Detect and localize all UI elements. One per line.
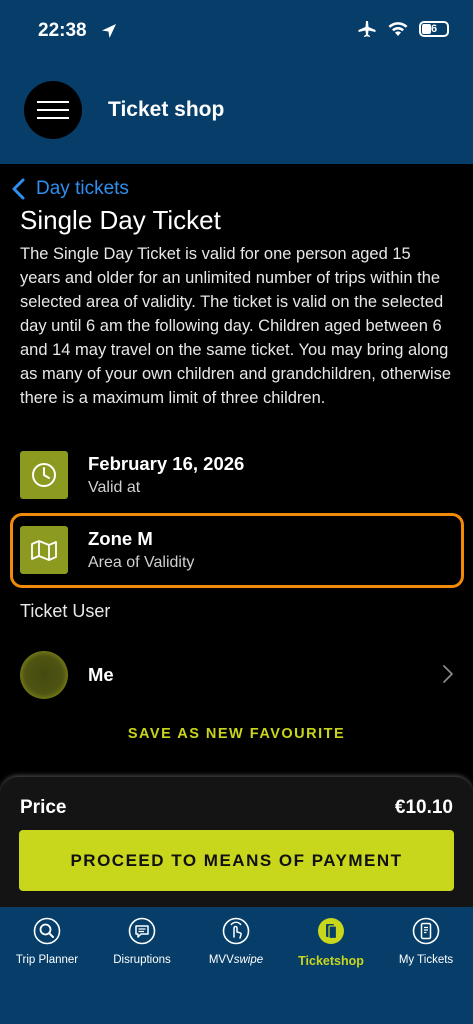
back-button[interactable]: Day tickets (10, 178, 129, 200)
airplane-icon (358, 21, 376, 37)
tab-my-tickets[interactable]: My Tickets (379, 917, 473, 966)
valid-date-label: Valid at (88, 479, 141, 496)
price-panel: Price €10.10 PROCEED TO MEANS OF PAYMENT (0, 777, 473, 917)
location-arrow-icon (102, 24, 116, 38)
proceed-payment-button[interactable]: PROCEED TO MEANS OF PAYMENT (19, 830, 454, 891)
zone-row[interactable]: Zone M Area of Validity (20, 526, 194, 574)
top-header-area: 22:38 6 Ticket shop (0, 0, 473, 164)
message-icon (128, 917, 156, 945)
tab-trip-planner[interactable]: Trip Planner (0, 917, 94, 966)
wifi-icon (388, 22, 408, 36)
status-time: 22:38 (38, 20, 87, 41)
battery-level: 6 (430, 23, 438, 35)
status-icons: 6 (357, 20, 449, 38)
battery-icon: 6 (419, 21, 449, 37)
hamburger-icon (37, 101, 69, 103)
price-value: €10.10 (394, 797, 453, 818)
tickets-icon (317, 917, 345, 945)
save-favourite-button[interactable]: SAVE AS NEW FAVOURITE (0, 726, 473, 742)
valid-date-row[interactable]: February 16, 2026 Valid at (20, 451, 244, 499)
ticket-user-heading: Ticket User (20, 601, 111, 621)
tab-ticketshop[interactable]: Ticketshop (284, 917, 378, 968)
tab-label: Ticketshop (298, 954, 364, 968)
back-label: Day tickets (36, 178, 129, 199)
ticket-user-row[interactable]: Me (20, 650, 460, 700)
status-bar: 22:38 6 (0, 0, 473, 62)
tab-mvvswipe[interactable]: MVVswipe (189, 917, 283, 966)
tab-disruptions[interactable]: Disruptions (95, 917, 189, 966)
map-icon (20, 526, 68, 574)
product-title: Single Day Ticket (20, 210, 221, 235)
menu-button[interactable] (24, 81, 82, 139)
tab-label: MVVswipe (208, 954, 264, 966)
chevron-left-icon (12, 178, 25, 200)
page-title: Ticket shop (108, 98, 225, 121)
tab-label: My Tickets (398, 954, 454, 966)
search-icon (33, 917, 61, 945)
zone-name: Zone M (88, 528, 153, 549)
phone-ticket-icon (412, 917, 440, 945)
tab-label: Trip Planner (15, 954, 79, 966)
product-description: The Single Day Ticket is valid for one p… (20, 245, 452, 407)
valid-date: February 16, 2026 (88, 453, 245, 474)
price-label: Price (20, 797, 67, 818)
swipe-icon (222, 917, 250, 945)
tab-label: Disruptions (113, 954, 171, 966)
zone-label: Area of Validity (88, 554, 195, 571)
chevron-right-icon (443, 665, 453, 683)
ticket-user-name: Me (88, 664, 114, 685)
clock-icon (20, 451, 68, 499)
avatar (20, 651, 68, 699)
tab-bar: Trip Planner Disruptions MVVswipe Ticket… (0, 907, 473, 1024)
